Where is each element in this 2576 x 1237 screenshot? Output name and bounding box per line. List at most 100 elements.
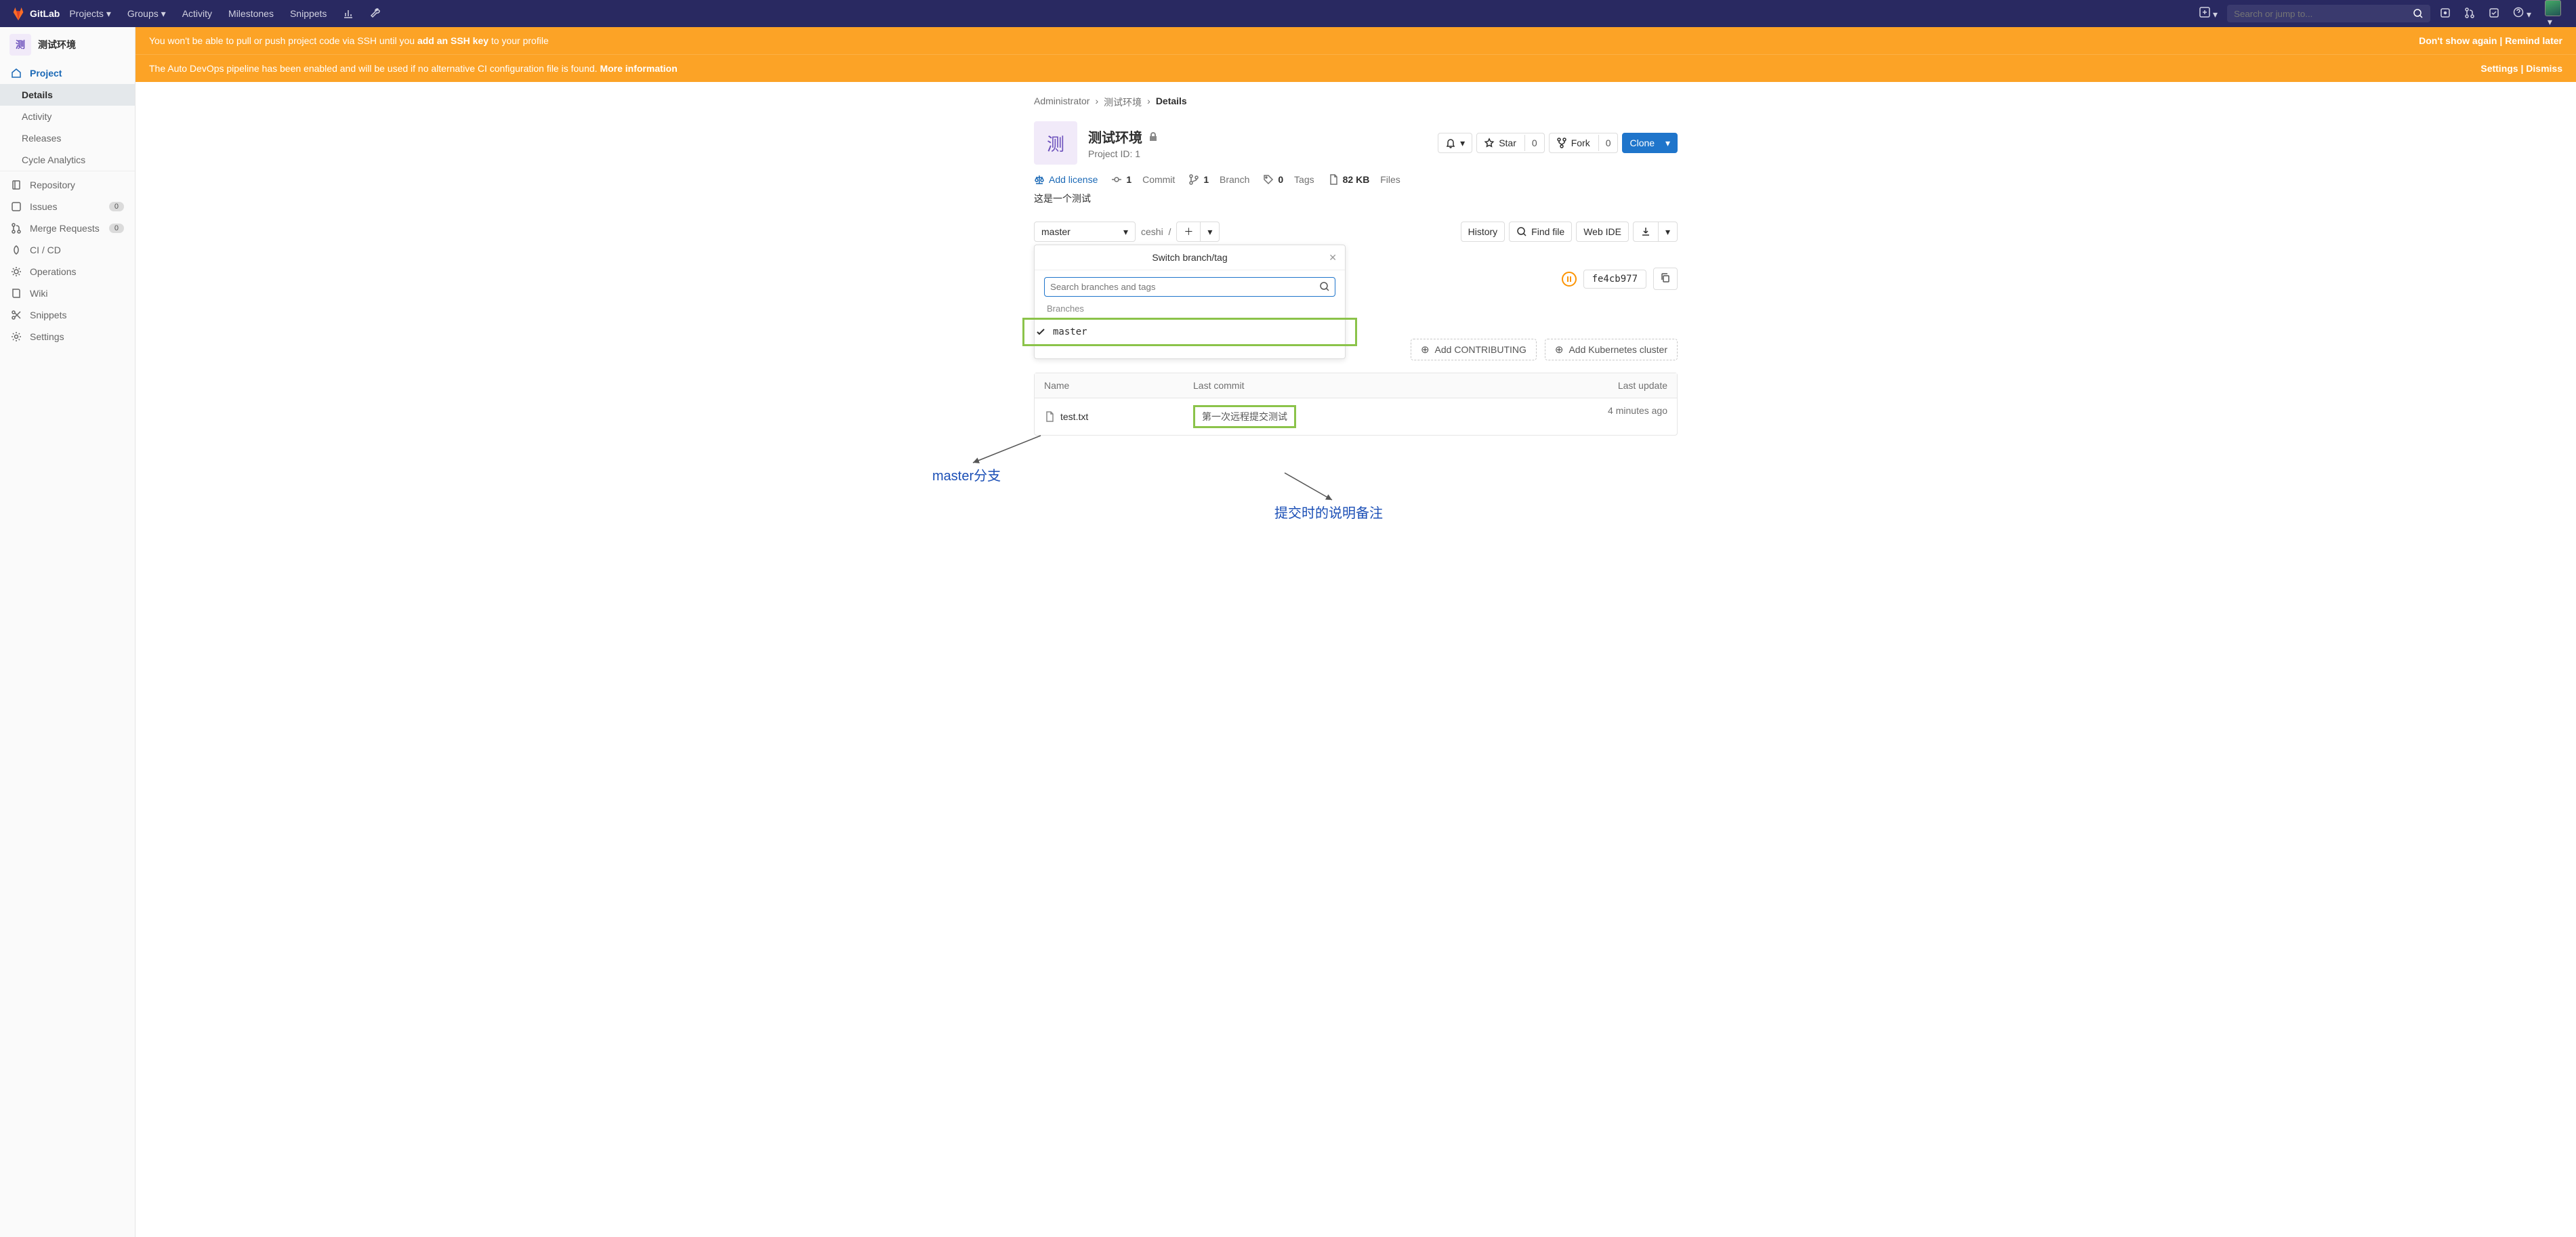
add-k8s-button[interactable]: ⊕Add Kubernetes cluster xyxy=(1545,339,1678,360)
dropdown-header: Switch branch/tag ✕ xyxy=(1035,245,1345,270)
fork-button[interactable]: Fork0 xyxy=(1549,133,1619,153)
add-license-link[interactable]: Add license xyxy=(1034,174,1098,185)
history-button[interactable]: History xyxy=(1461,222,1505,242)
help-icon xyxy=(2513,7,2524,18)
add-contributing-button[interactable]: ⊕Add CONTRIBUTING xyxy=(1411,339,1537,360)
nav-milestones[interactable]: Milestones xyxy=(222,0,281,27)
project-avatar-small: 测 xyxy=(9,34,31,56)
sidebar-item-operations[interactable]: Operations xyxy=(0,261,135,282)
file-name[interactable]: test.txt xyxy=(1060,411,1088,422)
file-name-cell: test.txt xyxy=(1044,405,1193,428)
branch-item-label: master xyxy=(1053,327,1087,337)
alert-devops-moreinfo[interactable]: More information xyxy=(600,63,677,74)
find-file-button[interactable]: Find file xyxy=(1509,222,1572,242)
project-header: 测 测试环境 Project ID: 1 ▾ Star0 Fork0 Clone… xyxy=(1034,121,1678,165)
branch-dropdown-panel: Switch branch/tag ✕ Branches master xyxy=(1034,245,1346,359)
navbar-left: GitLab Projects ▾ Groups ▾ Activity Mile… xyxy=(11,0,388,27)
sidebar-item-wiki[interactable]: Wiki xyxy=(0,282,135,304)
download-icon xyxy=(1640,226,1651,237)
book-icon xyxy=(11,288,22,299)
commit-sha[interactable]: fe4cb977 xyxy=(1583,270,1646,289)
chevron-down-icon: ▾ xyxy=(2527,9,2531,20)
download-dropdown[interactable]: ▾ xyxy=(1659,222,1678,242)
nav-analytics-icon[interactable] xyxy=(336,0,360,27)
file-table-header: Name Last commit Last update xyxy=(1035,373,1677,398)
tags-stat[interactable]: 0 Tags xyxy=(1263,174,1314,185)
fork-label: Fork xyxy=(1571,138,1590,148)
file-row[interactable]: test.txt 第一次远程提交测试 4 minutes ago xyxy=(1035,398,1677,435)
chevron-down-icon: ▾ xyxy=(106,8,111,20)
col-update-header: Last update xyxy=(1559,380,1667,391)
files-stat[interactable]: 82 KB Files xyxy=(1328,174,1400,185)
notification-button[interactable]: ▾ xyxy=(1438,133,1472,153)
check-icon xyxy=(1035,327,1046,337)
alert-devops-settings[interactable]: Settings xyxy=(2480,63,2518,74)
mr-shortcut[interactable] xyxy=(2460,3,2479,24)
sidebar-item-ci-cd[interactable]: CI / CD xyxy=(0,239,135,261)
file-icon xyxy=(1328,174,1339,185)
annotation-master: master分支 xyxy=(932,465,1001,484)
star-icon xyxy=(1484,138,1495,148)
alert-ssh-dontshow[interactable]: Don't show again xyxy=(2419,35,2497,46)
plus-menu[interactable]: ▾ xyxy=(2195,3,2222,24)
sidebar: 测 测试环境 Project Details Activity Releases… xyxy=(0,27,136,1237)
commits-stat[interactable]: 1 Commit xyxy=(1111,174,1175,185)
user-avatar xyxy=(2545,0,2561,16)
path-sep: / xyxy=(1168,226,1171,237)
breadcrumb-sep: › xyxy=(1147,96,1150,109)
brand-text: GitLab xyxy=(30,8,60,19)
sidebar-item-settings[interactable]: Settings xyxy=(0,326,135,348)
sidebar-item-cycle-analytics[interactable]: Cycle Analytics xyxy=(0,149,135,171)
sidebar-cicd-label: CI / CD xyxy=(30,245,61,255)
sidebar-item-repository[interactable]: Repository xyxy=(0,174,135,196)
search-input[interactable] xyxy=(2234,9,2410,19)
project-title-block: 测试环境 Project ID: 1 xyxy=(1088,127,1159,159)
branch-item-master[interactable]: master xyxy=(1022,318,1357,346)
download-button[interactable] xyxy=(1633,222,1659,242)
sidebar-header[interactable]: 测 测试环境 xyxy=(0,27,135,62)
path-root[interactable]: ceshi xyxy=(1141,226,1163,237)
pause-icon xyxy=(1566,276,1573,282)
sidebar-item-project[interactable]: Project xyxy=(0,62,135,84)
sidebar-item-activity[interactable]: Activity xyxy=(0,106,135,127)
copy-sha-button[interactable] xyxy=(1653,268,1678,290)
path-crumb: ceshi / xyxy=(1141,226,1171,237)
gitlab-logo[interactable]: GitLab xyxy=(11,6,60,21)
alert-devops-dismiss[interactable]: Dismiss xyxy=(2526,63,2562,74)
web-ide-button[interactable]: Web IDE xyxy=(1576,222,1629,242)
nav-projects[interactable]: Projects ▾ xyxy=(62,0,118,27)
breadcrumb-admin[interactable]: Administrator xyxy=(1034,96,1089,109)
global-search[interactable] xyxy=(2227,5,2430,22)
breadcrumb-project[interactable]: 测试环境 xyxy=(1104,96,1142,109)
sidebar-item-merge-requests[interactable]: Merge Requests0 xyxy=(0,217,135,239)
sidebar-item-issues[interactable]: Issues0 xyxy=(0,196,135,217)
merge-icon xyxy=(2464,7,2475,18)
branches-section-label: Branches xyxy=(1044,297,1335,314)
sidebar-item-snippets[interactable]: Snippets xyxy=(0,304,135,326)
todos-shortcut[interactable] xyxy=(2485,3,2504,24)
plus-square-icon xyxy=(2199,7,2210,18)
branch-selector[interactable]: master ▾ xyxy=(1034,222,1136,242)
branches-stat[interactable]: 1 Branch xyxy=(1188,174,1249,185)
nav-activity[interactable]: Activity xyxy=(175,0,219,27)
add-dropdown[interactable]: ▾ xyxy=(1201,222,1220,242)
alert-ssh-remind[interactable]: Remind later xyxy=(2505,35,2562,46)
alert-ssh-pre: You won't be able to pull or push projec… xyxy=(149,35,417,46)
nav-snippets[interactable]: Snippets xyxy=(283,0,333,27)
clone-button[interactable]: Clone ▾ xyxy=(1622,133,1678,153)
add-menu: ＋ ▾ xyxy=(1176,222,1220,242)
star-button[interactable]: Star0 xyxy=(1476,133,1544,153)
pipeline-status[interactable] xyxy=(1562,272,1577,287)
alert-ssh-bold[interactable]: add an SSH key xyxy=(417,35,489,46)
dropdown-close[interactable]: ✕ xyxy=(1329,252,1337,264)
nav-tools-icon[interactable] xyxy=(363,0,388,27)
nav-groups[interactable]: Groups ▾ xyxy=(121,0,173,27)
commit-msg[interactable]: 第一次远程提交测试 xyxy=(1193,405,1296,428)
sidebar-item-releases[interactable]: Releases xyxy=(0,127,135,149)
add-button[interactable]: ＋ xyxy=(1176,222,1201,242)
help-menu[interactable]: ▾ xyxy=(2509,3,2535,24)
branch-search-input[interactable] xyxy=(1044,277,1335,297)
sidebar-item-details[interactable]: Details xyxy=(0,84,135,106)
issues-shortcut[interactable] xyxy=(2436,3,2455,24)
project-description: 这是一个测试 xyxy=(1034,189,1678,222)
